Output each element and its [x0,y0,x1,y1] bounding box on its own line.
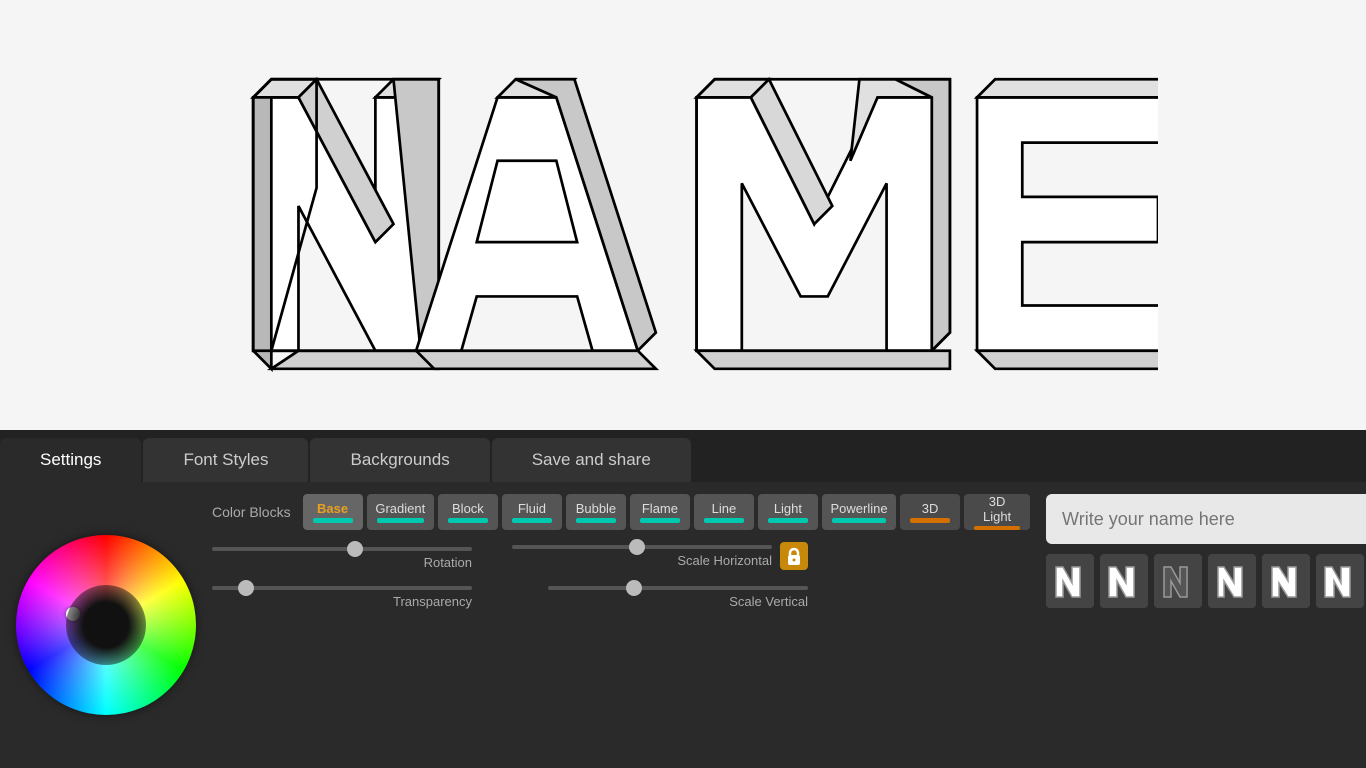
color-wheel-handle[interactable] [66,607,80,621]
letter-variant-0[interactable] [1046,554,1094,608]
canvas-area [0,0,1366,430]
style-btn-powerline[interactable]: Powerline [822,494,896,530]
style-btn-fluid[interactable]: Fluid [502,494,562,530]
controls-section: Color Blocks Base Gradient Block Fluid [212,494,1030,756]
style-btn-bubble[interactable]: Bubble [566,494,626,530]
transparency-slider-thumb[interactable] [238,580,254,596]
scale-h-slider-thumb[interactable] [629,539,645,555]
tab-save-share[interactable]: Save and share [492,438,691,482]
transparency-slider-track[interactable] [212,586,472,590]
graffiti-display [0,0,1366,430]
style-btn-light[interactable]: Light [758,494,818,530]
style-btn-gradient[interactable]: Gradient [367,494,434,530]
branding-area: BER KAL [1046,622,1366,650]
scale-h-label: Scale Horizontal [677,553,772,568]
color-wheel[interactable] [16,535,196,715]
rotation-label: Rotation [424,555,472,570]
name-input[interactable] [1046,494,1366,544]
color-blocks-label: Color Blocks [212,504,291,520]
rotation-slider-track[interactable] [212,547,472,551]
bottom-panel: Settings Font Styles Backgrounds Save an… [0,430,1366,768]
style-btn-base[interactable]: Base [303,494,363,530]
tab-settings[interactable]: Settings [0,438,141,482]
style-btn-line[interactable]: Line [694,494,754,530]
tab-backgrounds[interactable]: Backgrounds [310,438,489,482]
scale-v-slider-thumb[interactable] [626,580,642,596]
transparency-label: Transparency [393,594,472,609]
letter-variant-5[interactable] [1316,554,1364,608]
letter-variant-4[interactable] [1262,554,1310,608]
lock-icon[interactable] [780,542,808,570]
scale-h-slider-group: Scale Horizontal [512,545,772,568]
style-btn-3d[interactable]: 3D [900,494,960,530]
style-btn-3dlight[interactable]: 3D Light [964,494,1030,530]
letter-variant-3[interactable] [1208,554,1256,608]
transparency-slider-group: Transparency [212,586,472,609]
color-blocks-row: Color Blocks Base Gradient Block Fluid [212,494,1030,530]
letter-variants-row [1046,554,1366,608]
sliders-area: Rotation Transparency [212,542,1030,609]
right-sliders: Scale Horizontal [512,542,808,609]
color-section [16,494,196,756]
letter-variant-2[interactable] [1154,554,1202,608]
letter-variant-1[interactable] [1100,554,1148,608]
left-sliders: Rotation Transparency [212,547,472,609]
tab-font-styles[interactable]: Font Styles [143,438,308,482]
right-section: BER KAL [1046,494,1366,756]
scale-h-row: Scale Horizontal [512,542,808,570]
scale-v-label: Scale Vertical [729,594,808,609]
rotation-slider-thumb[interactable] [347,541,363,557]
tabs-row: Settings Font Styles Backgrounds Save an… [0,430,1366,482]
style-btn-flame[interactable]: Flame [630,494,690,530]
content-area: Color Blocks Base Gradient Block Fluid [0,482,1366,768]
style-btn-block[interactable]: Block [438,494,498,530]
scale-h-slider-track[interactable] [512,545,772,549]
scale-v-slider-track[interactable] [548,586,808,590]
rotation-slider-group: Rotation [212,547,472,570]
scale-v-slider-group: Scale Vertical [512,586,808,609]
